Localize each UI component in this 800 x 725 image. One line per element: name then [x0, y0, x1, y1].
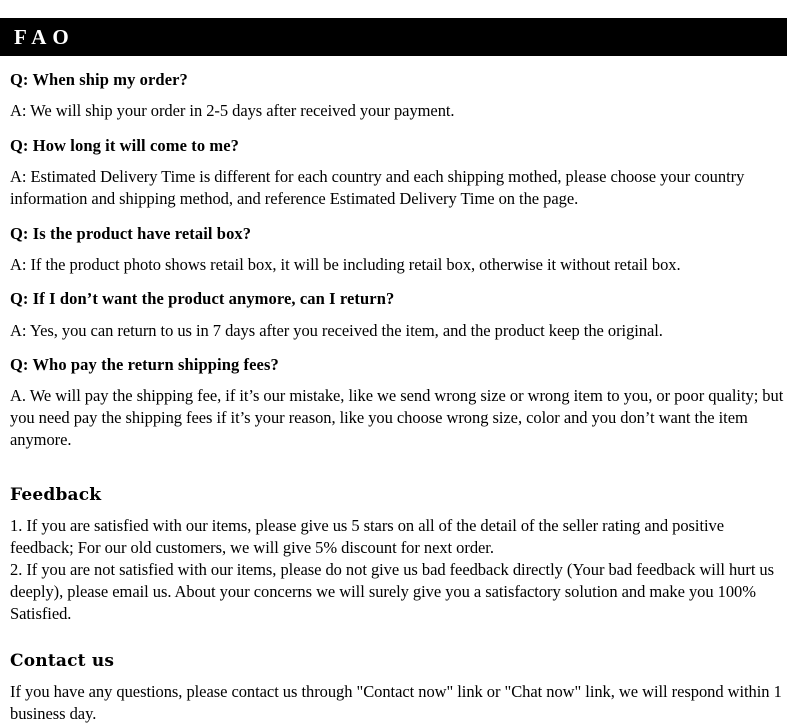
faq-item: Q: If I don’t want the product anymore, …: [10, 288, 788, 341]
faq-content: Q: When ship my order? A: We will ship y…: [0, 69, 800, 725]
faq-answer: A. We will pay the shipping fee, if it’s…: [10, 386, 784, 449]
feedback-heading: Feedback: [10, 484, 102, 505]
faq-answer: A: We will ship your order in 2-5 days a…: [10, 101, 455, 121]
faq-question: Q: Who pay the return shipping fees?: [10, 355, 279, 375]
page-header-bar: FAO: [0, 18, 787, 56]
faq-question: Q: Is the product have retail box?: [10, 223, 252, 243]
faq-question: Q: How long it will come to me?: [10, 135, 240, 155]
contact-heading: Contact us: [10, 650, 115, 671]
faq-answer: A: Yes, you can return to us in 7 days a…: [10, 320, 663, 340]
faq-page: FAO Q: When ship my order? A: We will sh…: [0, 18, 800, 725]
faq-question: Q: When ship my order?: [10, 70, 188, 89]
faq-item: Q: How long it will come to me? A: Estim…: [10, 135, 788, 210]
feedback-item-2: 2. If you are not satisfied with our ite…: [10, 559, 775, 623]
faq-item: Q: Who pay the return shipping fees? A. …: [10, 354, 788, 450]
faq-answer: A: Estimated Delivery Time is different …: [10, 166, 745, 208]
page-title: FAO: [14, 24, 75, 49]
feedback-item-1: 1. If you are satisfied with our items, …: [10, 516, 725, 557]
faq-item: Q: When ship my order? A: We will ship y…: [10, 69, 788, 122]
faq-answer: A: If the product photo shows retail box…: [10, 254, 681, 274]
faq-item: Q: Is the product have retail box? A: If…: [10, 223, 788, 276]
faq-question: Q: If I don’t want the product anymore, …: [10, 289, 395, 309]
contact-body: If you have any questions, please contac…: [10, 682, 782, 724]
